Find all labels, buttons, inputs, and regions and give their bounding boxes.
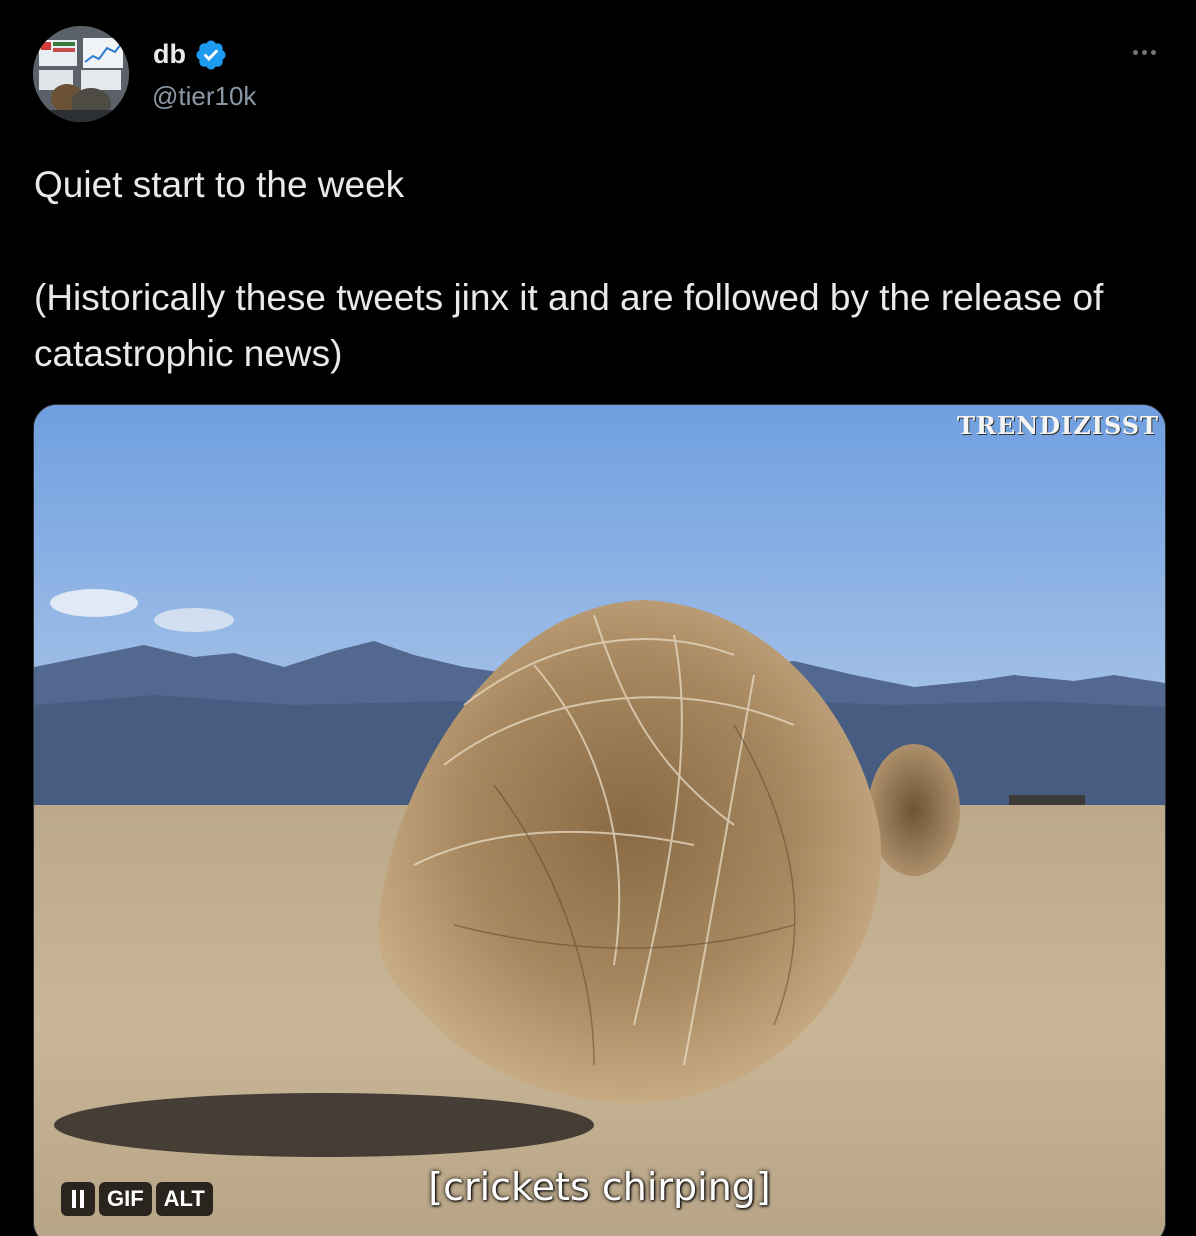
tweet: db @tier10k Quiet start to the week (His… [0, 0, 1196, 1236]
tweet-text-line-1: Quiet start to the week [34, 164, 405, 205]
pause-icon [72, 1190, 84, 1208]
tweet-text-line-2: (Historically these tweets jinx it and a… [34, 277, 1104, 374]
pause-button[interactable] [61, 1182, 95, 1216]
display-name[interactable]: db [153, 38, 186, 70]
tweet-media-gif[interactable]: TRENDIZISST [crickets chirping] GIF ALT [33, 404, 1166, 1236]
avatar[interactable] [33, 26, 129, 122]
alt-text-button[interactable]: ALT [155, 1182, 213, 1216]
user-handle[interactable]: @tier10k [152, 80, 256, 112]
media-controls: GIF ALT [61, 1182, 213, 1216]
gif-badge: GIF [99, 1182, 152, 1216]
more-options-icon[interactable] [1122, 40, 1166, 64]
verified-badge-icon [196, 40, 226, 70]
avatar-photo-icon [33, 26, 129, 122]
tumbleweed-desert-image [34, 405, 1165, 1236]
watermark: TRENDIZISST [957, 411, 1159, 440]
